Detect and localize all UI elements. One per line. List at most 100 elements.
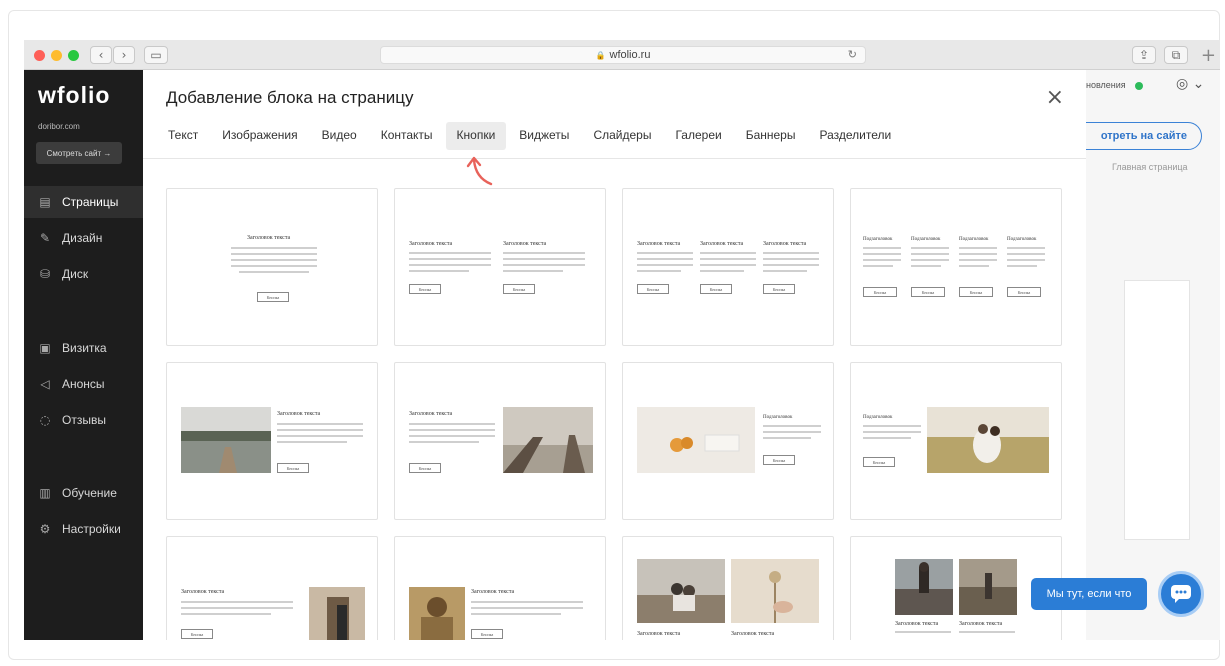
maximize-window-icon[interactable] <box>68 50 79 61</box>
tab-galleries[interactable]: Галереи <box>664 122 732 150</box>
minimize-window-icon[interactable] <box>51 50 62 61</box>
close-icon[interactable]: × <box>1046 85 1064 110</box>
sidebar-item-settings[interactable]: ⚙ Настройки <box>24 513 143 545</box>
block-button: Кнопка <box>503 284 535 294</box>
pointer-arrow-icon <box>466 156 493 186</box>
tabs-overview-icon[interactable]: ⧉ <box>1164 46 1188 64</box>
block-template-card[interactable]: Подзаголовок Кнопка <box>622 362 834 520</box>
tab-banners[interactable]: Баннеры <box>735 122 807 150</box>
sidebar-item-label: Настройки <box>62 522 121 536</box>
card-icon: ▣ <box>39 341 51 355</box>
block-template-card[interactable]: Заголовок текста Кнопка <box>166 362 378 520</box>
tab-video[interactable]: Видео <box>311 122 368 150</box>
sidebar-item-disk[interactable]: ⛁ Диск <box>24 258 143 290</box>
megaphone-icon: ◁ <box>40 377 50 391</box>
sidebar-item-announcements[interactable]: ◁ Анонсы <box>24 368 143 400</box>
block-caption: Заголовок текста <box>471 589 515 595</box>
block-button: Кнопка <box>409 463 441 473</box>
sidebar-item-label: Страницы <box>62 195 119 209</box>
block-button: Кнопка <box>637 284 669 294</box>
beach-fence-photo <box>503 407 593 473</box>
block-button: Кнопка <box>863 287 897 297</box>
sidebar-item-pages[interactable]: ▤ Страницы <box>24 186 143 218</box>
logo: wfolio <box>38 82 111 108</box>
sidebar-item-learning[interactable]: ▥ Обучение <box>24 477 143 509</box>
tab-sliders[interactable]: Слайдеры <box>582 122 662 150</box>
block-template-card[interactable]: Заголовок текста Кнопка <box>394 362 606 520</box>
block-caption: Заголовок текста <box>247 235 291 241</box>
block-subheading: Подзаголовок <box>1007 237 1037 242</box>
sidebar-item-label: Отзывы <box>62 413 106 427</box>
block-caption: Заголовок текста <box>503 241 547 247</box>
block-template-card[interactable]: Заголовок текста Заголовок текста <box>622 536 834 640</box>
block-caption: Заголовок текста <box>277 411 321 417</box>
block-caption: Заголовок текста <box>409 241 453 247</box>
couple-field-photo <box>927 407 1049 473</box>
disk-icon: ⛁ <box>39 267 51 281</box>
reload-icon[interactable]: ↻ <box>848 48 857 61</box>
block-button: Кнопка <box>959 287 993 297</box>
book-icon: ▥ <box>39 486 51 500</box>
browser-toolbar: ‹ › ▭ 🔒 wfolio.ru ↻ ⇪ ⧉ + <box>24 40 1220 70</box>
breadcrumb: Главная страница <box>1112 162 1188 172</box>
new-tab-icon[interactable]: + <box>1201 45 1216 66</box>
tabs-divider <box>143 158 1086 159</box>
tab-buttons[interactable]: Кнопки <box>445 122 507 150</box>
address-bar[interactable]: 🔒 wfolio.ru ↻ <box>380 46 866 64</box>
back-button[interactable]: ‹ <box>90 46 112 64</box>
block-button: Кнопка <box>277 463 309 473</box>
block-template-card[interactable]: Заголовок текста Кнопка <box>166 188 378 346</box>
sidebar-item-label: Обучение <box>62 486 117 500</box>
still-life-photo <box>637 407 755 473</box>
block-caption: Заголовок текста <box>700 241 744 247</box>
tab-images[interactable]: Изображения <box>211 122 308 150</box>
person-photo <box>309 587 365 640</box>
status-indicator <box>1135 82 1143 90</box>
tab-contacts[interactable]: Контакты <box>370 122 444 150</box>
flowers-hand-photo <box>731 559 819 623</box>
block-button: Кнопка <box>911 287 945 297</box>
block-subheading: Подзаголовок <box>863 237 893 242</box>
add-block-modal: Добавление блока на страницу × Текст Изо… <box>143 70 1086 640</box>
sidebar-item-label: Дизайн <box>62 231 103 245</box>
tab-text[interactable]: Текст <box>157 122 209 150</box>
sidebar-item-label: Анонсы <box>62 377 105 391</box>
block-template-card[interactable]: Подзаголовок Кнопка Подзаголовок Кнопка … <box>850 188 1062 346</box>
block-caption: Заголовок текста <box>637 631 681 637</box>
close-window-icon[interactable] <box>34 50 45 61</box>
block-template-card[interactable]: Заголовок текста Кнопка Заголовок текста… <box>394 188 606 346</box>
block-caption: Заголовок текста <box>181 589 225 595</box>
chat-button[interactable] <box>1158 571 1204 617</box>
user-icon[interactable]: ◎ ⌄ <box>1176 76 1204 92</box>
block-templates-grid: Заголовок текста Кнопка Заголовок текста… <box>166 188 1066 640</box>
block-button: Кнопка <box>471 629 503 639</box>
block-button: Кнопка <box>763 284 795 294</box>
tab-dividers[interactable]: Разделители <box>808 122 902 150</box>
block-template-card[interactable]: Заголовок текста Кнопка <box>166 536 378 640</box>
block-template-card[interactable]: Подзаголовок Кнопка <box>850 362 1062 520</box>
sidebar-item-label: Визитка <box>62 341 107 355</box>
sidebar-item-design[interactable]: ✎ Дизайн <box>24 222 143 254</box>
block-button: Кнопка <box>257 292 289 302</box>
chat-bubble[interactable]: Мы тут, если что <box>1031 578 1147 610</box>
block-button: Кнопка <box>763 455 795 465</box>
block-subheading: Подзаголовок <box>959 237 989 242</box>
woman-field-photo <box>959 559 1017 615</box>
block-button: Кнопка <box>700 284 732 294</box>
view-site-button[interactable]: Смотреть сайт → <box>36 142 122 164</box>
block-template-card[interactable]: Заголовок текста Кнопка <box>394 536 606 640</box>
forward-button[interactable]: › <box>113 46 135 64</box>
block-caption: Заголовок текста <box>895 621 939 627</box>
chat-icon: ◌ <box>39 413 51 427</box>
lock-icon: 🔒 <box>595 50 606 60</box>
sidebar-item-card[interactable]: ▣ Визитка <box>24 332 143 364</box>
brush-icon: ✎ <box>39 231 51 245</box>
share-icon[interactable]: ⇪ <box>1132 46 1156 64</box>
block-button: Кнопка <box>863 457 895 467</box>
sidebar-item-reviews[interactable]: ◌ Отзывы <box>24 404 143 436</box>
block-button: Кнопка <box>1007 287 1041 297</box>
sidebar-toggle-icon[interactable]: ▭ <box>144 46 168 64</box>
gear-icon: ⚙ <box>39 522 51 536</box>
tab-widgets[interactable]: Виджеты <box>508 122 580 150</box>
block-template-card[interactable]: Заголовок текста Кнопка Заголовок текста… <box>622 188 834 346</box>
